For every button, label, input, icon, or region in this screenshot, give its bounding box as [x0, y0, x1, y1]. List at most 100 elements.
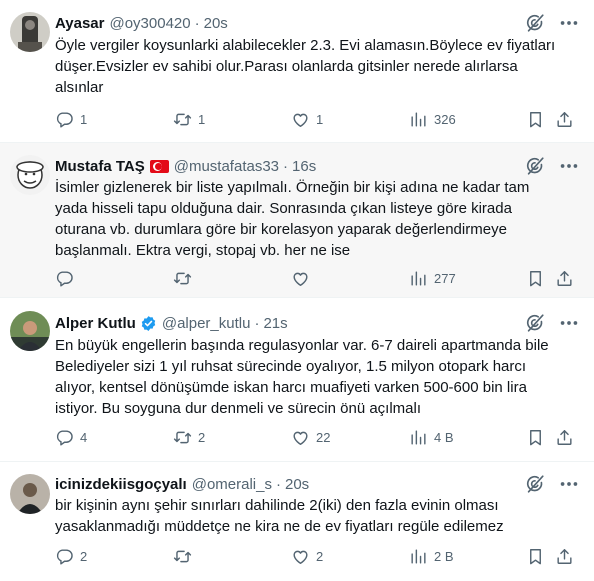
repost-icon — [173, 269, 192, 288]
tweet-text-line: İsimler gizlenerek bir liste yapılmalı. … — [55, 179, 530, 196]
tweet-text-line: başlanmalı. Ektra vergi, stopaj vb. her … — [55, 242, 351, 259]
avatar[interactable] — [10, 474, 50, 514]
reply-icon — [55, 428, 74, 447]
avatar[interactable] — [10, 155, 50, 195]
separator-dot: · — [194, 14, 200, 32]
tweet-text-line: Belediyeler sizi 1 yıl ruhsat sürecinde … — [55, 358, 527, 375]
display-name[interactable]: Alper Kutlu — [55, 315, 136, 332]
tweet[interactable]: Alper Kutlu @alper_kutlu · 21s En büyük … — [0, 298, 594, 462]
bookmark-button[interactable] — [526, 546, 545, 566]
timestamp[interactable]: 20s — [285, 476, 309, 493]
like-icon — [291, 269, 310, 288]
display-name[interactable]: Mustafa TAŞ — [55, 158, 145, 175]
reply-icon — [55, 547, 74, 566]
separator-dot: · — [254, 314, 260, 332]
views-icon — [409, 269, 428, 288]
like-button[interactable]: 22 — [291, 427, 330, 447]
separator-dot: · — [275, 475, 281, 493]
views-button[interactable]: 326 — [409, 109, 456, 129]
bookmark-icon — [526, 428, 545, 447]
like-button[interactable]: 1 — [291, 109, 323, 129]
tweet[interactable]: Ayasar @oy300420 · 20s Öyle vergiler koy… — [0, 0, 594, 143]
repost-button[interactable] — [173, 546, 198, 566]
tweet-text: En büyük engellerin başında regulasyonla… — [55, 335, 580, 419]
share-button[interactable] — [555, 268, 574, 288]
repost-count: 1 — [198, 111, 206, 127]
like-icon — [291, 110, 310, 129]
views-count: 4 B — [434, 429, 454, 445]
avatar[interactable] — [10, 311, 50, 351]
share-button[interactable] — [555, 546, 574, 566]
views-button[interactable]: 277 — [409, 268, 456, 288]
more-icon[interactable] — [558, 312, 580, 334]
tweet-text: Öyle vergiler koysunlarki alabilecekler … — [55, 35, 580, 98]
bookmark-button[interactable] — [526, 427, 545, 447]
tweet-text-line: yada hisseli tapu olduğuna dair. Sonrası… — [55, 200, 512, 217]
tweet-text-line: istiyor. Bu soyguna dur denmeli ve sürec… — [55, 400, 422, 417]
views-count: 326 — [434, 111, 456, 127]
tweet-text-line: düşer.Evsizler ev sahibi olur.Parası ola… — [55, 58, 518, 75]
display-name[interactable]: Ayasar — [55, 15, 104, 32]
views-icon — [409, 110, 428, 129]
repost-icon — [173, 547, 192, 566]
bookmark-icon — [526, 547, 545, 566]
user-handle[interactable]: @omerali_s — [192, 476, 272, 493]
tweet-actions: 277 — [55, 268, 580, 288]
grok-icon[interactable] — [524, 312, 546, 334]
like-icon — [291, 428, 310, 447]
tweet-actions: 4 2 22 4 B — [55, 427, 580, 447]
display-name[interactable]: icinizdekiisgoçyalı — [55, 476, 187, 493]
grok-icon[interactable] — [524, 12, 546, 34]
share-button[interactable] — [555, 427, 574, 447]
avatar[interactable] — [10, 12, 50, 52]
grok-icon[interactable] — [524, 473, 546, 495]
like-count: 2 — [316, 548, 324, 564]
tweet-header: Alper Kutlu @alper_kutlu · 21s — [55, 313, 288, 333]
tweet-text: bir kişinin aynı şehir sınırları dahilin… — [55, 495, 580, 537]
user-handle[interactable]: @oy300420 — [109, 15, 190, 32]
user-handle[interactable]: @mustafatas33 — [174, 158, 279, 175]
reply-button[interactable]: 4 — [55, 427, 87, 447]
timestamp[interactable]: 21s — [263, 315, 287, 332]
like-count: 1 — [316, 111, 324, 127]
repost-icon — [173, 428, 192, 447]
reply-button[interactable]: 1 — [55, 109, 87, 129]
separator-dot: · — [283, 157, 289, 175]
tweet-text-line: yasaklanmadığı müddetçe ne kira ne de ev… — [55, 518, 504, 535]
tweet[interactable]: Mustafa TAŞ @mustafatas33 · 16s İsimler … — [0, 143, 594, 298]
reply-button[interactable]: 2 — [55, 546, 87, 566]
verified-icon — [140, 315, 157, 332]
tweet-text-line: bir kişinin aynı şehir sınırları dahilin… — [55, 497, 499, 514]
timestamp[interactable]: 20s — [204, 15, 228, 32]
like-button[interactable]: 2 — [291, 546, 323, 566]
repost-button[interactable]: 2 — [173, 427, 205, 447]
share-button[interactable] — [555, 109, 574, 129]
bookmark-button[interactable] — [526, 268, 545, 288]
repost-button[interactable] — [173, 268, 198, 288]
views-button[interactable]: 2 B — [409, 546, 454, 566]
timestamp[interactable]: 16s — [292, 158, 316, 175]
user-handle[interactable]: @alper_kutlu — [162, 315, 251, 332]
views-count: 277 — [434, 270, 456, 286]
reply-icon — [55, 269, 74, 288]
tweet-header: icinizdekiisgoçyalı @omerali_s · 20s — [55, 474, 309, 494]
repost-icon — [173, 110, 192, 129]
bookmark-button[interactable] — [526, 109, 545, 129]
views-icon — [409, 547, 428, 566]
tweet[interactable]: icinizdekiisgoçyalı @omerali_s · 20s bir… — [0, 462, 594, 581]
tweet-header: Ayasar @oy300420 · 20s — [55, 13, 228, 33]
turkey-flag-icon — [149, 159, 169, 173]
reply-icon — [55, 110, 74, 129]
like-count: 22 — [316, 429, 331, 445]
repost-button[interactable]: 1 — [173, 109, 205, 129]
reply-button[interactable] — [55, 268, 80, 288]
views-icon — [409, 428, 428, 447]
more-icon[interactable] — [558, 12, 580, 34]
share-icon — [555, 110, 574, 129]
more-icon[interactable] — [558, 473, 580, 495]
like-button[interactable] — [291, 268, 316, 288]
more-icon[interactable] — [558, 155, 580, 177]
views-button[interactable]: 4 B — [409, 427, 454, 447]
bookmark-icon — [526, 269, 545, 288]
grok-icon[interactable] — [524, 155, 546, 177]
